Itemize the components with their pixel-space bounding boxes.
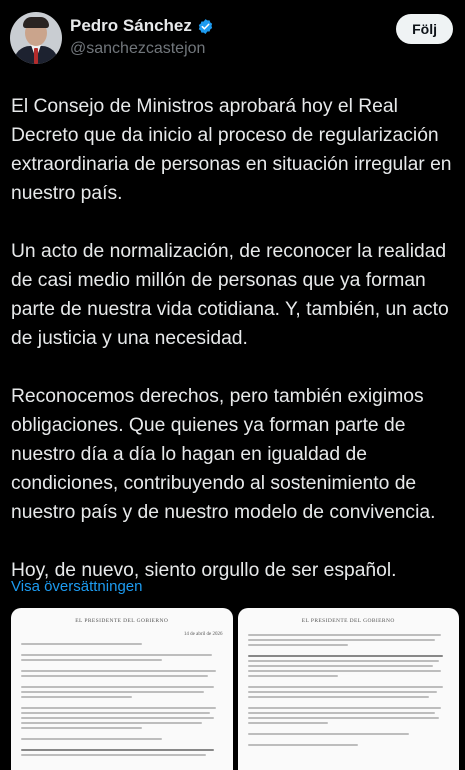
tweet-media[interactable]: EL PRESIDENTE DEL GOBIERNO 14 de abril d… — [11, 608, 459, 770]
tweet-paragraph: Reconocemos derechos, pero también exigi… — [11, 386, 436, 523]
tweet-text: El Consejo de Ministros aprobará hoy el … — [11, 92, 457, 614]
author-handle[interactable]: @sanchezcastejon — [70, 40, 205, 58]
tweet-paragraph: El Consejo de Ministros aprobará hoy el … — [11, 96, 452, 204]
document-image-1[interactable]: EL PRESIDENTE DEL GOBIERNO 14 de abril d… — [11, 608, 233, 770]
document-header: EL PRESIDENTE DEL GOBIERNO — [301, 618, 395, 624]
author-name[interactable]: Pedro Sánchez — [70, 16, 192, 36]
author-name-row: Pedro Sánchez — [70, 16, 214, 36]
document-image-2[interactable]: EL PRESIDENTE DEL GOBIERNO — [237, 608, 459, 770]
document-header: EL PRESIDENTE DEL GOBIERNO — [75, 618, 169, 624]
avatar[interactable] — [10, 12, 62, 64]
follow-button[interactable]: Följ — [396, 14, 453, 44]
document-date: 14 de abril de 2026 — [183, 632, 223, 637]
translate-link[interactable]: Visa översättningen — [11, 578, 142, 595]
tweet-header: Pedro Sánchez @sanchezcastejon Följ — [0, 0, 465, 78]
verified-badge-icon — [197, 18, 214, 35]
tweet-paragraph: Un acto de normalización, de reconocer l… — [11, 241, 449, 349]
